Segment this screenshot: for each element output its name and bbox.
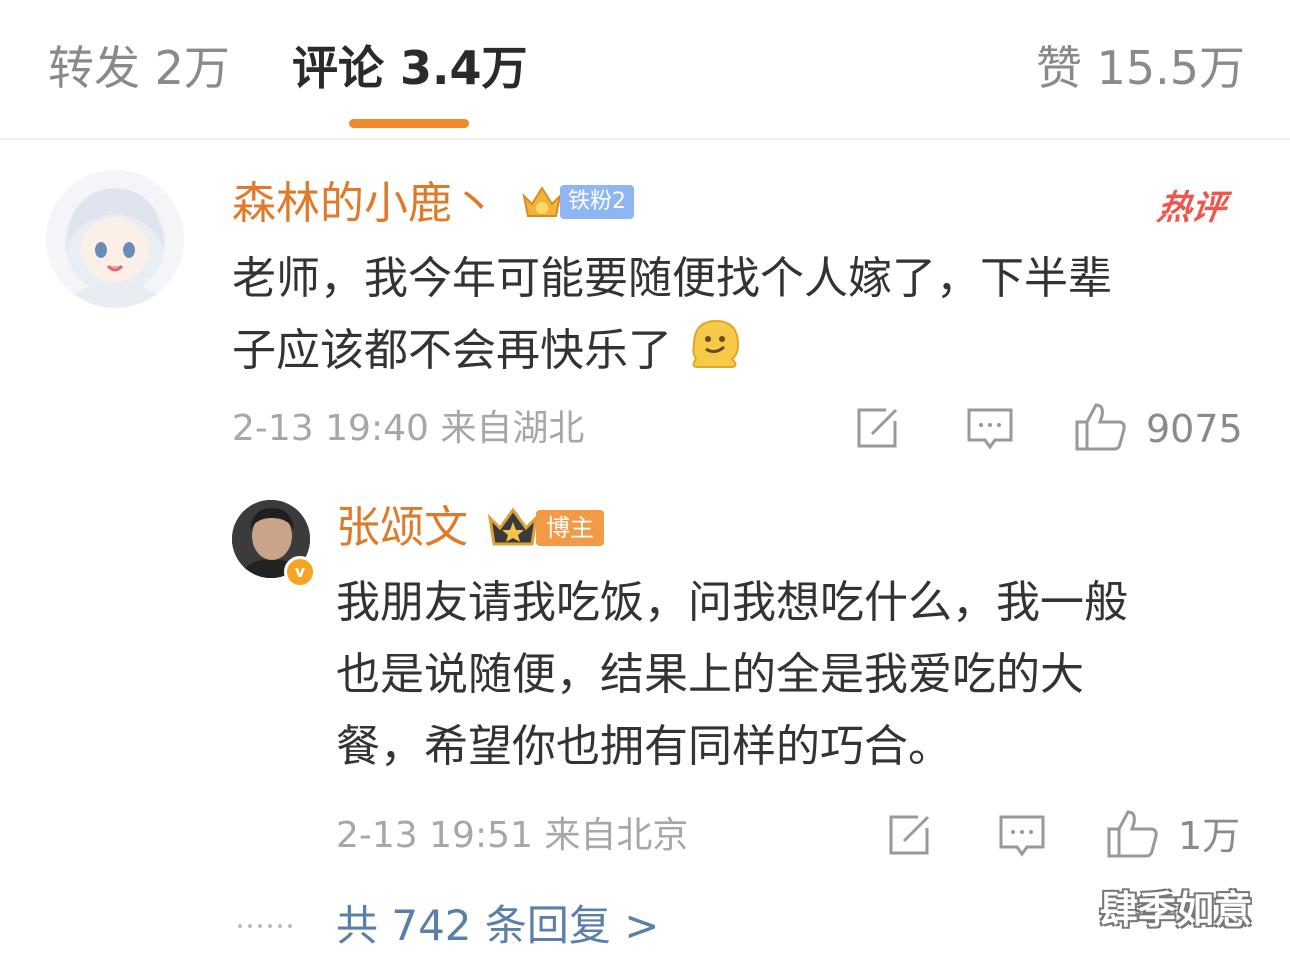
like-count: 9075: [1146, 407, 1243, 451]
reply-meta: 2-13 19:51 来自北京: [336, 815, 689, 856]
tab-repost[interactable]: 转发 2万: [48, 38, 230, 98]
host-badge: 博主: [486, 506, 604, 550]
comment-text: 老师，我今年可能要随便找个人嫁了，下半辈 子应该都不会再快乐了: [232, 243, 1112, 387]
tab-likes[interactable]: 赞 15.5万: [1036, 38, 1245, 98]
tab-comments[interactable]: 评论 3.4万: [292, 38, 528, 98]
host-badge-label: 博主: [536, 510, 604, 546]
comment-text-line: 子应该都不会再快乐了: [232, 315, 1112, 387]
comment-text-fragment: 子应该都不会再快乐了: [232, 325, 672, 376]
reply-text-line: 我朋友请我吃饭，问我想吃什么，我一般: [336, 577, 1128, 628]
dots-divider-icon: [238, 924, 292, 928]
avatar[interactable]: [46, 170, 184, 308]
like-count: 1万: [1178, 814, 1241, 858]
verified-badge: v: [284, 556, 316, 588]
fan-badge-label: 铁粉2: [560, 185, 634, 219]
hot-comment-tag: 热评: [1154, 188, 1229, 228]
melting-face-emoji-icon: [692, 319, 740, 368]
active-tab-indicator: [349, 119, 469, 128]
reply-text-line: 餐，希望你也拥有同样的巧合。: [336, 721, 952, 772]
reply-text-line: 也是说随便，结果上的全是我爱吃的大: [336, 649, 1084, 700]
reply-username[interactable]: 张颂文: [336, 500, 468, 556]
comment-tabs: 转发 2万 评论 3.4万 赞 15.5万: [0, 0, 1290, 140]
watermark: 肆季如意: [1100, 888, 1253, 932]
comment-text-line: 老师，我今年可能要随便找个人嫁了，下半辈: [232, 253, 1112, 304]
edit-icon[interactable]: [856, 407, 902, 449]
comment-icon[interactable]: [998, 814, 1046, 858]
view-more-replies-link[interactable]: 共 742 条回复 >: [336, 898, 659, 954]
like-icon[interactable]: [1106, 809, 1160, 859]
comment-username[interactable]: 森林的小鹿丶: [232, 176, 496, 232]
like-icon[interactable]: [1074, 402, 1128, 452]
reply-text: 我朋友请我吃饭，问我想吃什么，我一般 也是说随便，结果上的全是我爱吃的大 餐，希…: [336, 567, 1128, 783]
crown-icon: [487, 507, 539, 546]
edit-icon[interactable]: [888, 814, 934, 856]
crown-icon: [522, 186, 562, 217]
anime-girl-avatar-icon: [46, 170, 184, 308]
comment-meta: 2-13 19:40 来自湖北: [232, 408, 585, 449]
comment-icon[interactable]: [966, 407, 1014, 451]
fan-badge: 铁粉2: [520, 182, 634, 222]
